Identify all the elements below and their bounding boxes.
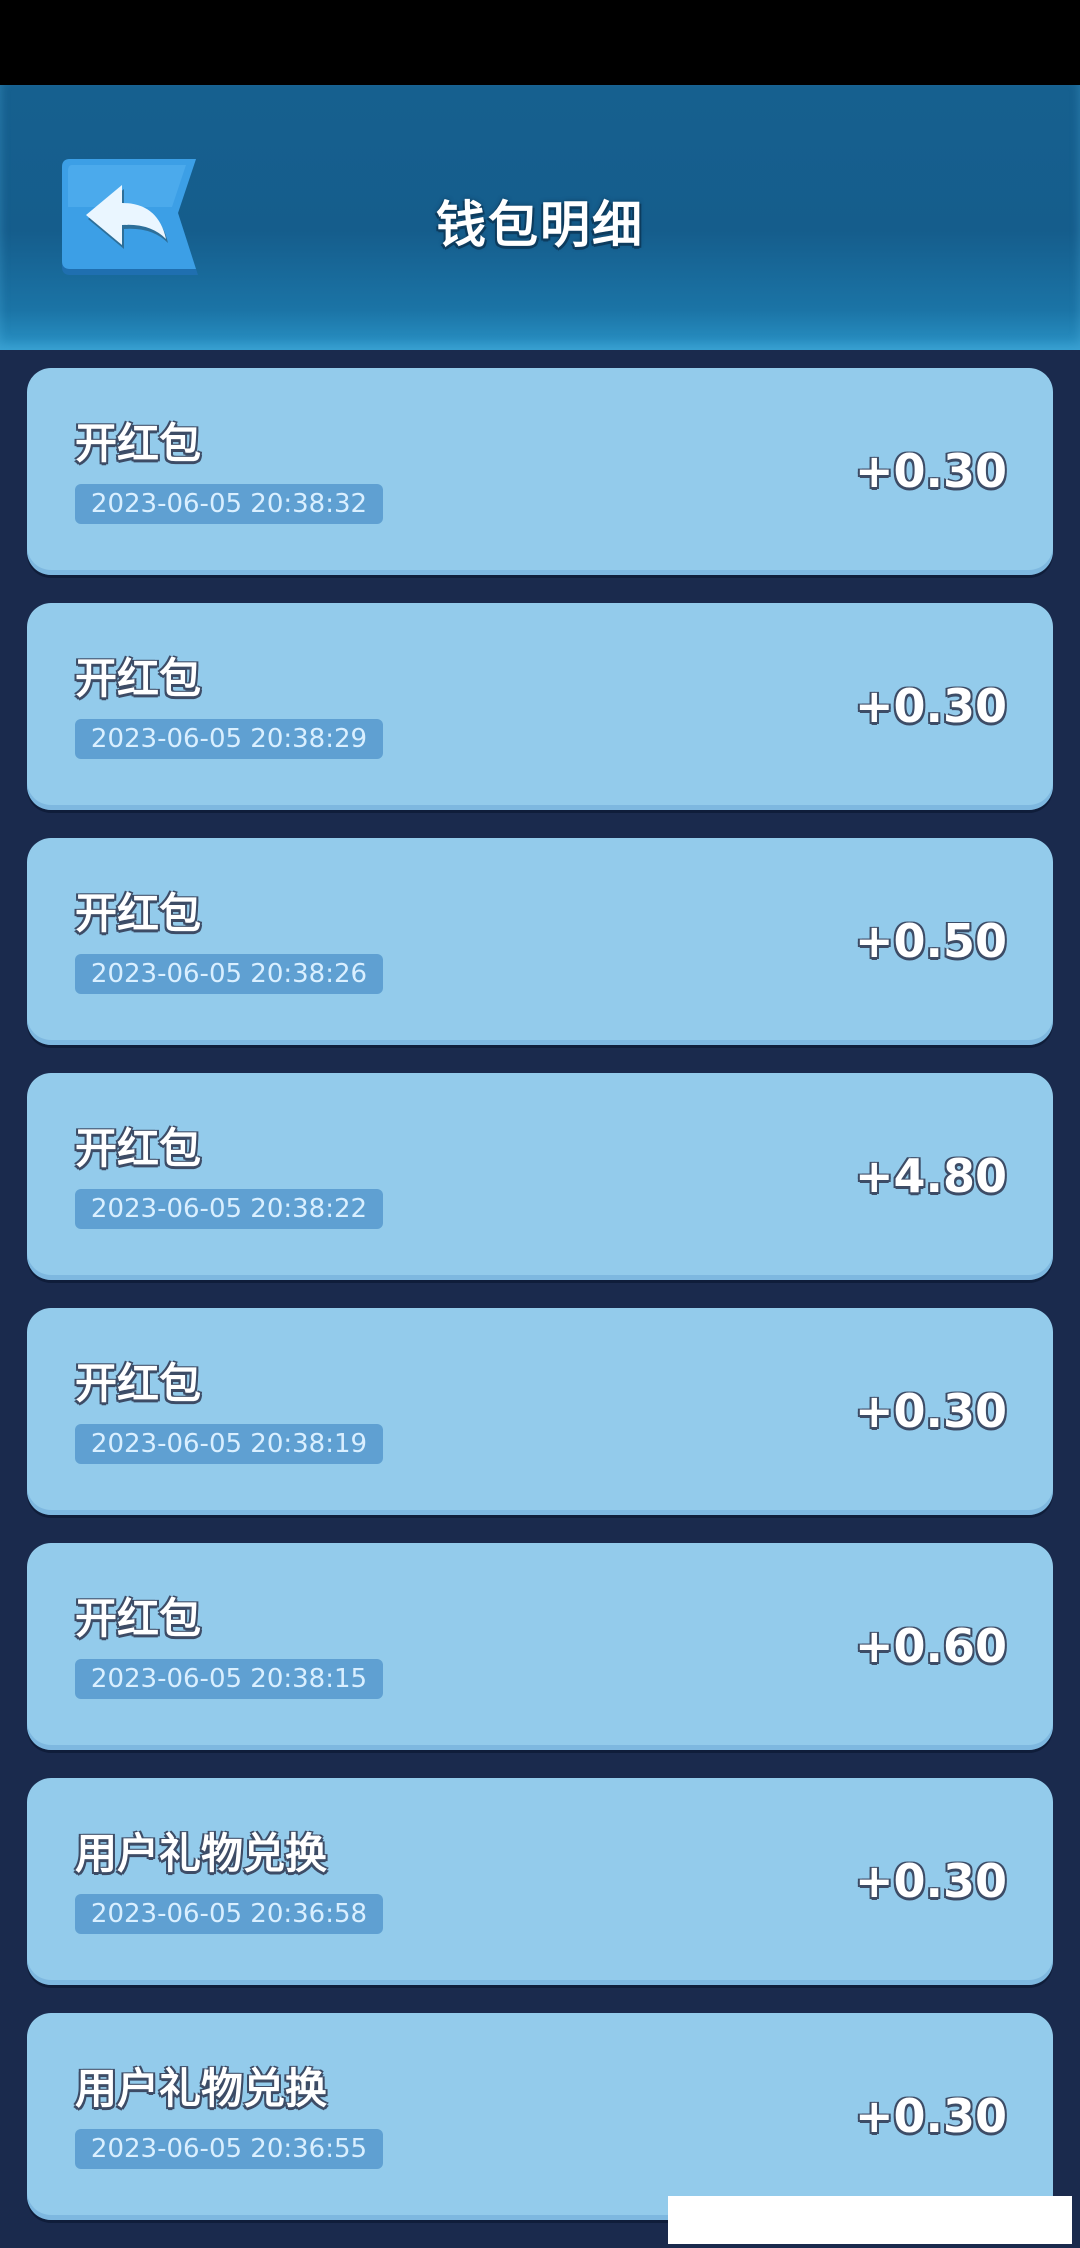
transaction-time: 2023-06-05 20:38:15: [75, 1659, 383, 1699]
transaction-list: 开红包 2023-06-05 20:38:32 +0.30 开红包 2023-0…: [27, 368, 1053, 2248]
transaction-card[interactable]: 开红包 2023-06-05 20:38:29 +0.30: [27, 603, 1053, 810]
transaction-title: 开红包: [75, 1124, 202, 1173]
transaction-time: 2023-06-05 20:36:58: [75, 1894, 383, 1934]
transaction-time: 2023-06-05 20:36:55: [75, 2129, 383, 2169]
transaction-time: 2023-06-05 20:38:32: [75, 484, 383, 524]
transaction-card[interactable]: 开红包 2023-06-05 20:38:19 +0.30: [27, 1308, 1053, 1515]
transaction-title: 开红包: [75, 889, 202, 938]
transaction-amount: +0.50: [854, 914, 1007, 968]
transaction-title: 开红包: [75, 654, 202, 703]
transaction-title: 开红包: [75, 1359, 202, 1408]
page-title: 钱包明细: [436, 196, 644, 254]
transaction-card[interactable]: 开红包 2023-06-05 20:38:15 +0.60: [27, 1543, 1053, 1750]
transaction-card[interactable]: 开红包 2023-06-05 20:38:26 +0.50: [27, 838, 1053, 1045]
transaction-amount: +0.30: [854, 1854, 1007, 1908]
status-bar: [0, 0, 1080, 85]
transaction-title: 用户礼物兑换: [75, 2064, 328, 2113]
transaction-amount: +0.30: [854, 444, 1007, 498]
transaction-card[interactable]: 开红包 2023-06-05 20:38:32 +0.30: [27, 368, 1053, 575]
transaction-title: 用户礼物兑换: [75, 1829, 328, 1878]
header-bar: 钱包明细: [0, 85, 1080, 350]
transaction-card[interactable]: 用户礼物兑换 2023-06-05 20:36:55 +0.30: [27, 2013, 1053, 2220]
transaction-card[interactable]: 开红包 2023-06-05 20:38:22 +4.80: [27, 1073, 1053, 1280]
watermark: 318首码网 www.e318.com: [668, 2196, 1072, 2244]
transaction-title: 开红包: [75, 419, 202, 468]
transaction-title: 开红包: [75, 1594, 202, 1643]
transaction-amount: +0.60: [854, 1619, 1007, 1673]
transaction-time: 2023-06-05 20:38:29: [75, 719, 383, 759]
transaction-time: 2023-06-05 20:38:19: [75, 1424, 383, 1464]
transaction-amount: +0.30: [854, 2089, 1007, 2143]
transaction-amount: +0.30: [854, 1384, 1007, 1438]
transaction-time: 2023-06-05 20:38:22: [75, 1189, 383, 1229]
transaction-amount: +4.80: [854, 1149, 1007, 1203]
transaction-card[interactable]: 用户礼物兑换 2023-06-05 20:36:58 +0.30: [27, 1778, 1053, 1985]
transaction-amount: +0.30: [854, 679, 1007, 733]
transaction-time: 2023-06-05 20:38:26: [75, 954, 383, 994]
